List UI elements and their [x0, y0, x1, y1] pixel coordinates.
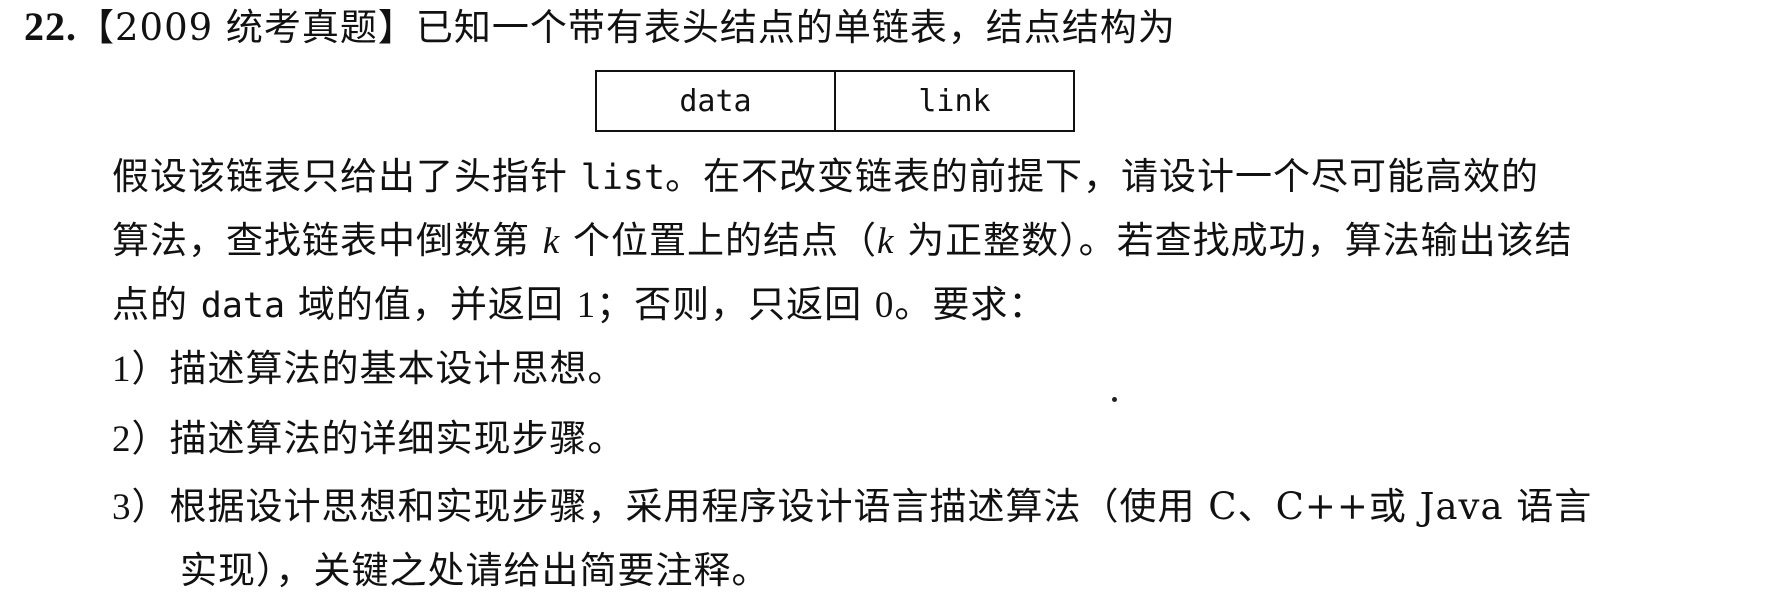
requirement-text: 描述算法的详细实现步骤。	[169, 417, 626, 460]
text-segment: 个位置上的结点（	[560, 219, 877, 262]
requirement-number: 2）	[112, 419, 170, 460]
requirement-text: 根据设计思想和实现步骤，采用程序设计语言描述算法（使用 C、C++或 Java …	[169, 485, 1593, 528]
requirement-number: 3）	[112, 487, 170, 528]
text-segment: 假设该链表只给出了头指针	[112, 155, 581, 198]
stray-dot	[1112, 397, 1117, 402]
text-segment: 。要求：	[894, 283, 1047, 326]
text-segment: 域的值，并返回	[285, 283, 577, 326]
value-one: 1	[576, 285, 597, 326]
text-segment: 为正整数）。若查找成功，算法输出该结	[894, 219, 1573, 262]
requirement-item-3-continuation: 实现），关键之处请给出简要注释。	[180, 548, 770, 594]
question-number: 22.	[24, 4, 77, 49]
var-k: k	[876, 221, 895, 262]
requirement-text: 实现），关键之处请给出简要注释。	[180, 549, 770, 592]
var-k: k	[542, 221, 561, 262]
node-field-link: link	[834, 72, 1073, 130]
exam-question-page: 22.【2009 统考真题】已知一个带有表头结点的单链表，结点结构为 data …	[0, 0, 1785, 601]
node-field-data: data	[679, 83, 752, 119]
requirement-text: 描述算法的基本设计思想。	[169, 347, 626, 390]
paragraph-line-1: 假设该链表只给出了头指针 list。在不改变链表的前提下，请设计一个尽可能高效的	[112, 154, 1539, 201]
requirement-item-2: 2）描述算法的详细实现步骤。	[112, 416, 626, 463]
requirement-item-1: 1）描述算法的基本设计思想。	[112, 346, 626, 393]
code-data: data	[200, 286, 286, 326]
node-structure-diagram: data link	[595, 70, 1075, 132]
requirement-item-3: 3）根据设计思想和实现步骤，采用程序设计语言描述算法（使用 C、C++或 Jav…	[112, 484, 1592, 531]
requirement-number: 1）	[112, 349, 170, 390]
paragraph-line-2: 算法，查找链表中倒数第 k 个位置上的结点（k 为正整数）。若查找成功，算法输出…	[112, 218, 1573, 265]
value-zero: 0	[874, 285, 895, 326]
text-segment: 算法，查找链表中倒数第	[112, 219, 543, 262]
question-title: 【2009 统考真题】已知一个带有表头结点的单链表，结点结构为	[77, 6, 1176, 49]
paragraph-line-3: 点的 data 域的值，并返回 1；否则，只返回 0。要求：	[112, 282, 1046, 329]
question-header: 22.【2009 统考真题】已知一个带有表头结点的单链表，结点结构为	[24, 4, 1176, 51]
code-list: list	[580, 158, 666, 198]
text-segment: 点的	[112, 283, 201, 326]
text-segment: 。在不改变链表的前提下，请设计一个尽可能高效的	[665, 155, 1540, 198]
text-segment: ；否则，只返回	[596, 283, 875, 326]
